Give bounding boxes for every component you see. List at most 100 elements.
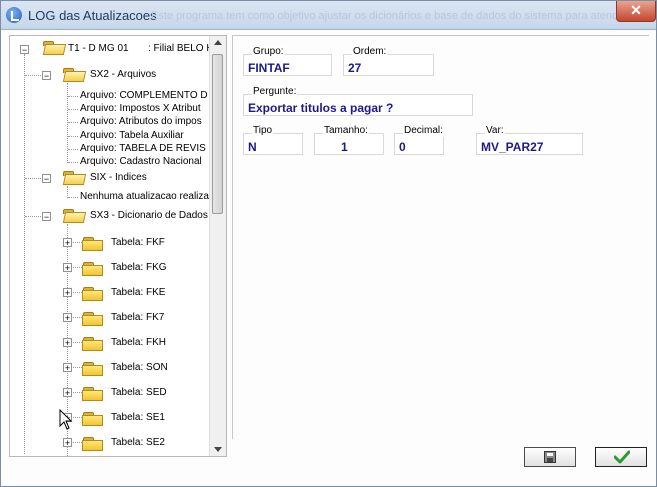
tree-item-tabela[interactable]: Tabela: SE1 [111,409,165,427]
folder-body [82,415,103,426]
tree-group-sx2[interactable]: SX2 - Arquivos [90,66,156,84]
table-folder-icon [82,312,104,326]
table-expander[interactable]: + [63,263,72,273]
table-expander[interactable]: + [63,288,72,298]
tree-group-six[interactable]: SIX - Indices [90,169,147,187]
folder-body [82,290,103,301]
table-folder-icon [82,262,104,276]
var-label: Var: [485,125,505,137]
app-icon [6,7,22,23]
table-expander[interactable]: + [63,313,72,323]
save-icon [544,451,556,463]
ordem-field[interactable]: Ordem: 27 [343,46,434,76]
folder-body [82,240,103,251]
tree-item-indice[interactable]: Nenhuma atualizacao realiza [80,188,209,206]
folder-body [82,390,103,401]
tree-view[interactable]: − T1 - D MG 01 : Filial BELO H − SX2 - Arqui… [10,36,210,456]
table-folder-icon [82,412,104,426]
six-folder-icon [62,171,87,185]
tipo-value: N [248,140,257,154]
table-folder-icon [82,387,104,401]
table-expander[interactable]: + [63,438,72,448]
decimal-value: 0 [399,140,406,154]
grupo-value: FINTAF [248,61,290,75]
ordem-value: 27 [348,61,362,75]
details-panel: Grupo: FINTAF Ordem: 27 Pergunte: Export… [232,35,649,439]
tipo-label: Tipo [252,125,274,137]
grupo-field[interactable]: Grupo: FINTAF [243,46,332,76]
folder-body [82,315,103,326]
tree-connector [68,109,78,111]
title-bar: LOG das Atualizacoes Este programa tem c… [1,1,656,30]
var-field[interactable]: Var: MV_PAR27 [476,125,583,155]
pergunte-value: Exportar titulos a pagar ? [248,101,394,115]
group-expander-six[interactable]: − [42,174,51,184]
table-folder-icon [82,337,104,351]
tree-item-tabela[interactable]: Tabela: SE2 [111,434,165,452]
decimal-label: Decimal: [403,125,444,137]
folder-body [62,212,87,223]
group-expander-sx3[interactable]: − [42,212,51,222]
tree-item-tabela[interactable]: Tabela: FK7 [111,309,164,327]
root-folder-icon [42,41,67,55]
tree-item-tabela[interactable]: Tabela: FKH [111,334,166,352]
tree-item-tabela[interactable]: Tabela: FKE [111,284,165,302]
tree-connector [25,75,41,76]
tree-connector [24,54,25,454]
tipo-field[interactable]: Tipo N [243,125,303,155]
tree-root-label[interactable]: T1 - D MG 01 [68,40,129,58]
folder-body [82,340,103,351]
tamanho-label: Tamanho: [323,125,369,137]
tree-connector [25,216,41,217]
table-expander[interactable]: + [63,388,72,398]
pergunte-label: Pergunte: [252,86,298,98]
tree-connector [68,96,78,97]
tamanho-value: 1 [341,140,348,154]
table-expander[interactable]: + [63,363,72,373]
decimal-field[interactable]: Decimal: 0 [394,125,444,155]
scroll-down-arrow-icon[interactable] [214,447,222,452]
folder-body [62,71,87,82]
folder-body [82,265,103,276]
table-folder-icon [82,237,104,251]
scrollbar-thumb[interactable] [212,54,223,214]
tamanho-field[interactable]: Tamanho: 1 [314,125,384,155]
mouse-cursor-icon [59,409,73,430]
checkmark-icon [614,450,630,464]
scroll-up-arrow-icon[interactable] [214,40,222,45]
tree-item-tabela[interactable]: Tabela: FKF [111,234,165,252]
root-expander[interactable]: − [20,45,29,55]
pergunte-field[interactable]: Pergunte: Exportar titulos a pagar ? [243,86,473,116]
grupo-label: Grupo: [252,46,285,58]
tree-group-sx3[interactable]: SX3 - Dicionario de Dados [90,207,208,225]
folder-body [82,440,103,451]
log-window: LOG das Atualizacoes Este programa tem c… [0,0,657,487]
table-folder-icon [82,362,104,376]
folder-body [62,174,87,185]
table-folder-icon [82,437,104,451]
tree-connector [68,122,78,124]
sx2-folder-icon [62,68,87,82]
var-value: MV_PAR27 [481,140,544,154]
tree-connector [68,135,78,137]
background-window-text: Este programa tem como objetivo ajustar … [151,10,656,22]
table-expander[interactable]: + [63,338,72,348]
tree-connector [68,148,78,150]
tree-item-tabela[interactable]: Tabela: SED [111,384,167,402]
folder-body [42,44,67,55]
folder-body [82,365,103,376]
ordem-label: Ordem: [352,46,388,58]
tree-connector [68,197,78,198]
tree-item-tabela[interactable]: Tabela: FKG [111,259,167,277]
tree-panel[interactable]: − T1 - D MG 01 : Filial BELO H − SX2 - Arqui… [9,35,227,457]
group-expander-sx2[interactable]: − [42,71,51,81]
tree-vertical-scrollbar[interactable] [209,36,226,456]
close-button[interactable]: ✕ [616,1,656,22]
tree-root-suffix: : Filial BELO H [148,43,210,54]
save-button[interactable] [524,447,576,467]
confirm-button[interactable] [595,447,647,467]
tree-item-tabela[interactable]: Tabela: SON [111,359,168,377]
table-folder-icon [82,287,104,301]
table-expander[interactable]: + [63,238,72,248]
tree-connector [25,178,41,179]
